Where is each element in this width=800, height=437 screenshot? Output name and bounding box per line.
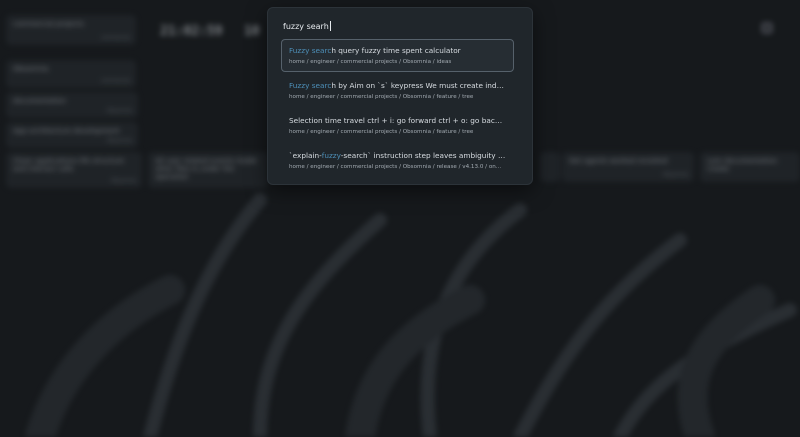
result-title: Fuzzy search query fuzzy time spent calc…	[289, 46, 506, 55]
background-card: Lore documentation create	[700, 152, 800, 182]
background-card: Get agents worked revisited Obsomnia	[562, 152, 694, 182]
result-title-match: fuzzy	[321, 151, 341, 160]
background-card: All user related events inside other fil…	[148, 152, 268, 188]
search-result-item[interactable]: Fuzzy search query fuzzy time spent calc…	[281, 39, 514, 72]
search-palette: fuzzy searh Fuzzy search query fuzzy tim…	[267, 7, 533, 185]
result-title-text: -search` instruction step leaves ambigui…	[340, 151, 506, 160]
background-card: App architecture development Obsomnia	[6, 122, 138, 148]
search-result-item[interactable]: Selection time travel ctrl + i: go forwa…	[281, 109, 514, 142]
background-card: documentation Obsomnia	[6, 92, 138, 118]
background-card: Obsomnia commercial	[6, 60, 136, 88]
result-path: home / engineer / commercial projects / …	[289, 59, 452, 65]
background-card: Clean applications life structure and in…	[6, 152, 142, 188]
background-plant-image	[25, 193, 797, 437]
result-title-text: h by Aim on `s` keypress We must create …	[331, 81, 506, 90]
result-title-text: Selection time travel ctrl + i: go forwa…	[289, 116, 506, 125]
search-result-item[interactable]: Fuzzy search by Aim on `s` keypress We m…	[281, 74, 514, 107]
background-clock: 10	[244, 24, 260, 39]
background-card	[540, 152, 560, 182]
background-card: commercial projects commercial	[6, 15, 136, 45]
result-path: home / engineer / commercial projects / …	[289, 164, 502, 170]
result-title: Fuzzy search by Aim on `s` keypress We m…	[289, 81, 506, 90]
result-title-match: Fuzzy searc	[289, 81, 332, 90]
search-input[interactable]: fuzzy searh	[283, 22, 329, 31]
result-title: Selection time travel ctrl + i: go forwa…	[289, 116, 506, 125]
background-menu-icon	[762, 23, 772, 33]
result-title-text: query fuzzy time spent calculator	[335, 46, 461, 55]
background-clock: 21:02:59	[160, 24, 223, 39]
search-row[interactable]: fuzzy searh	[283, 19, 517, 33]
search-result-item[interactable]: `explain-fuzzy-search` instruction step …	[281, 144, 514, 177]
result-title-match: Fuzzy searc	[289, 46, 332, 55]
search-results: Fuzzy search query fuzzy time spent calc…	[281, 39, 514, 179]
result-path: home / engineer / commercial projects / …	[289, 129, 474, 135]
result-title-text: `explain-	[289, 151, 322, 160]
result-title: `explain-fuzzy-search` instruction step …	[289, 151, 506, 160]
text-caret	[329, 21, 331, 31]
result-path: home / engineer / commercial projects / …	[289, 94, 474, 100]
